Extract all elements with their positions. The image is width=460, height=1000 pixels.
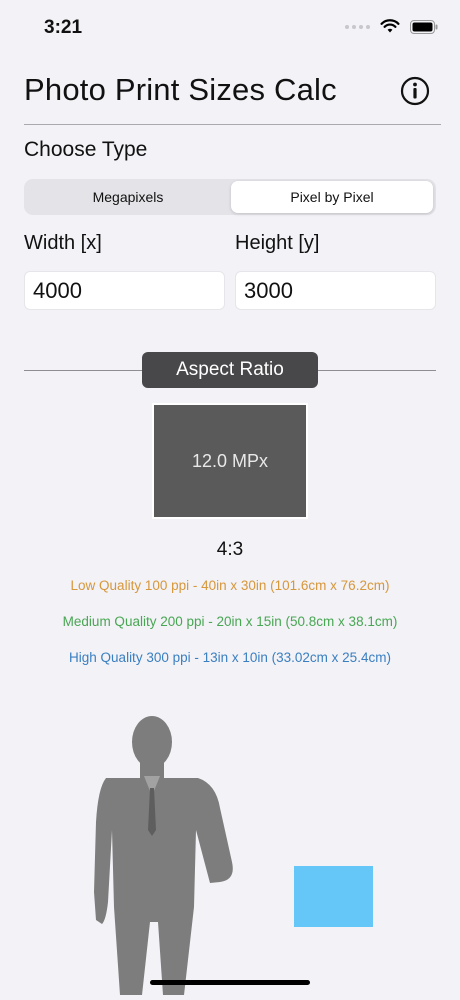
status-icons [345,19,438,34]
type-segmented-control: Megapixels Pixel by Pixel [24,179,436,215]
home-indicator [150,980,310,985]
choose-type-label: Choose Type [24,138,148,161]
segment-pixel-by-pixel[interactable]: Pixel by Pixel [231,181,433,213]
header-divider [24,124,441,125]
person-silhouette-icon [70,712,256,995]
page-title: Photo Print Sizes Calc [24,72,337,107]
width-label: Width [x] [24,232,102,254]
print-size-preview [294,866,373,927]
status-bar: 3:21 [0,0,460,56]
segment-megapixels[interactable]: Megapixels [27,181,229,213]
aspect-ratio-value: 4:3 [216,539,244,560]
width-input[interactable]: 4000 [24,271,225,310]
status-time: 3:21 [44,17,83,38]
battery-icon [410,19,438,34]
megapixels-label: 12.0 MPx [191,450,269,471]
cellular-dots-icon [345,24,370,29]
aspect-preview-box: 12.0 MPx [152,403,308,519]
height-input[interactable]: 3000 [235,271,436,310]
info-icon[interactable] [400,76,430,106]
wifi-icon [380,19,400,34]
height-label: Height [y] [235,232,320,254]
aspect-ratio-button[interactable]: Aspect Ratio [142,352,318,388]
high-quality-text: High Quality 300 ppi - 13in x 10in (33.0… [69,650,391,665]
low-quality-text: Low Quality 100 ppi - 40in x 30in (101.6… [70,578,390,593]
medium-quality-text: Medium Quality 200 ppi - 20in x 15in (50… [62,614,398,629]
